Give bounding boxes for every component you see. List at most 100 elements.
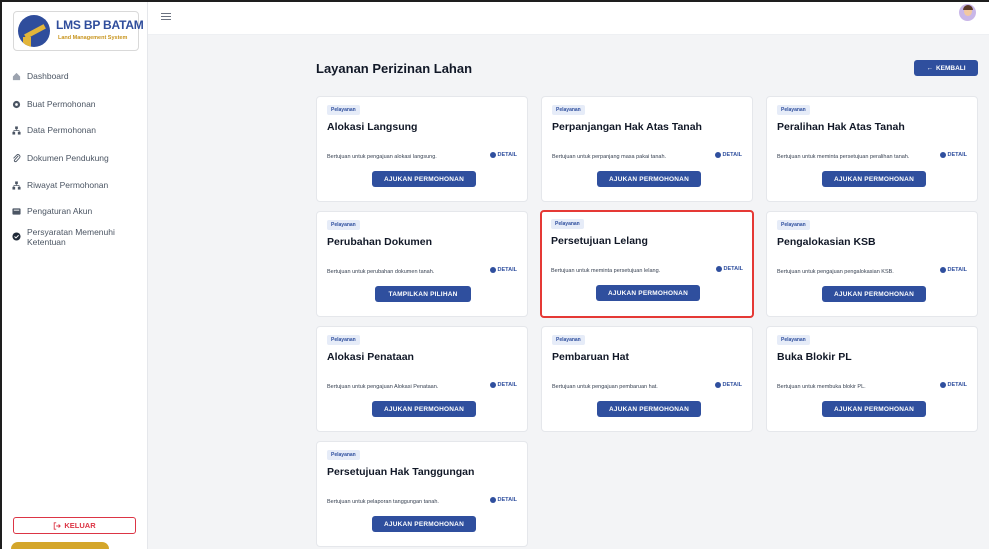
- detail-link[interactable]: DETAIL: [715, 266, 743, 272]
- service-title: Persetujuan Hak Tanggungan: [327, 466, 475, 478]
- info-icon: [715, 266, 722, 272]
- detail-label: DETAIL: [497, 267, 517, 273]
- service-card: Pelayanan Alokasi Penataan Bertujuan unt…: [316, 326, 528, 432]
- detail-label: DETAIL: [722, 382, 742, 388]
- detail-link[interactable]: DETAIL: [489, 152, 517, 158]
- id-card-icon: [12, 208, 21, 215]
- service-badge: Pelayanan: [327, 105, 360, 115]
- detail-label: DETAIL: [497, 152, 517, 158]
- submit-request-button[interactable]: AJUKAN PERMOHONAN: [372, 516, 476, 532]
- sidebar-item-label: Buat Permohonan: [27, 99, 96, 109]
- avatar[interactable]: [959, 4, 976, 21]
- menu-toggle-icon[interactable]: [161, 13, 171, 21]
- service-title: Pengalokasian KSB: [777, 236, 876, 248]
- service-title: Pembaruan Hat: [552, 351, 630, 363]
- service-description: Bertujuan untuk meminta persetujuan pera…: [777, 154, 910, 160]
- sidebar-item-persyaratan[interactable]: Persyaratan Memenuhi Ketentuan: [12, 227, 140, 247]
- sidebar-item-pengaturan-akun[interactable]: Pengaturan Akun: [12, 206, 140, 216]
- service-title: Alokasi Langsung: [327, 121, 418, 133]
- submit-request-button[interactable]: AJUKAN PERMOHONAN: [822, 401, 926, 417]
- submit-request-button[interactable]: AJUKAN PERMOHONAN: [597, 401, 701, 417]
- service-badge: Pelayanan: [777, 105, 810, 115]
- info-icon: [939, 152, 946, 158]
- service-title: Persetujuan Lelang: [551, 235, 648, 247]
- service-card: Pelayanan Perubahan Dokumen Bertujuan un…: [316, 211, 528, 317]
- service-description: Bertujuan untuk perpanjang masa pakai ta…: [552, 154, 667, 160]
- detail-label: DETAIL: [947, 152, 967, 158]
- service-description: Bertujuan untuk membuka blokir PL.: [777, 384, 866, 390]
- service-badge: Pelayanan: [552, 335, 585, 345]
- info-icon: [489, 497, 496, 503]
- service-title: Peralihan Hak Atas Tanah: [777, 121, 905, 133]
- service-card: Pelayanan Persetujuan Hak Tanggungan Ber…: [316, 441, 528, 547]
- bottom-pill: [11, 542, 109, 549]
- detail-label: DETAIL: [497, 497, 517, 503]
- info-icon: [714, 152, 721, 158]
- detail-label: DETAIL: [947, 267, 967, 273]
- sidebar: LMS BP BATAM Land Management System: [2, 2, 148, 549]
- service-description: Bertujuan untuk pengajuan alokasi langsu…: [327, 154, 437, 160]
- logout-icon: [54, 521, 62, 530]
- submit-request-button[interactable]: AJUKAN PERMOHONAN: [372, 171, 476, 187]
- arrow-left-icon: ←: [926, 64, 933, 72]
- info-icon: [939, 382, 946, 388]
- service-badge: Pelayanan: [327, 335, 360, 345]
- service-description: Bertujuan untuk pengajuan Alokasi Penata…: [327, 384, 439, 390]
- info-icon: [939, 267, 946, 273]
- detail-link[interactable]: DETAIL: [489, 497, 517, 503]
- service-badge: Pelayanan: [552, 105, 585, 115]
- top-bar: [148, 2, 989, 35]
- submit-request-button[interactable]: AJUKAN PERMOHONAN: [372, 401, 476, 417]
- logout-label: KELUAR: [64, 521, 96, 530]
- service-card: Pelayanan Buka Blokir PL Bertujuan untuk…: [766, 326, 978, 432]
- back-button[interactable]: ← KEMBALI: [914, 60, 978, 76]
- service-description: Bertujuan untuk pengajuan pembaruan hat.: [552, 384, 658, 390]
- sidebar-item-label: Dokumen Pendukung: [27, 153, 109, 163]
- back-label: KEMBALI: [935, 64, 966, 72]
- detail-link[interactable]: DETAIL: [714, 152, 742, 158]
- show-options-button[interactable]: TAMPILKAN PILIHAN: [375, 286, 471, 302]
- submit-request-button[interactable]: AJUKAN PERMOHONAN: [822, 286, 926, 302]
- sidebar-item-data-permohonan[interactable]: Data Permohonan: [12, 125, 140, 135]
- app-logo[interactable]: LMS BP BATAM Land Management System: [13, 11, 144, 51]
- page-title: Layanan Perizinan Lahan: [316, 61, 473, 76]
- detail-link[interactable]: DETAIL: [939, 152, 967, 158]
- detail-link[interactable]: DETAIL: [714, 382, 742, 388]
- detail-link[interactable]: DETAIL: [939, 382, 967, 388]
- service-badge: Pelayanan: [777, 335, 810, 345]
- detail-link[interactable]: DETAIL: [489, 267, 517, 273]
- service-badge: Pelayanan: [327, 450, 360, 460]
- submit-request-button[interactable]: AJUKAN PERMOHONAN: [597, 171, 701, 187]
- info-icon: [489, 267, 496, 273]
- logo-mark-icon: [18, 15, 50, 47]
- detail-link[interactable]: DETAIL: [489, 382, 517, 388]
- sidebar-item-riwayat-permohonan[interactable]: Riwayat Permohonan: [12, 180, 140, 190]
- service-title: Alokasi Penataan: [327, 351, 414, 363]
- paperclip-icon: [13, 154, 21, 163]
- service-description: Bertujuan untuk perubahan dokumen tanah.: [327, 269, 435, 275]
- logo-subtitle: Land Management System: [58, 35, 128, 41]
- sidebar-item-dashboard[interactable]: Dashboard: [12, 71, 140, 81]
- service-card: Pelayanan Alokasi Langsung Bertujuan unt…: [316, 96, 528, 202]
- service-title: Buka Blokir PL: [777, 351, 852, 363]
- detail-label: DETAIL: [947, 382, 967, 388]
- service-card: Pelayanan Perpanjangan Hak Atas Tanah Be…: [541, 96, 753, 202]
- service-description: Bertujuan untuk pelaporan tanggungan tan…: [327, 499, 439, 505]
- network-icon: [12, 181, 21, 190]
- dashboard-icon: [12, 72, 21, 81]
- detail-label: DETAIL: [497, 382, 517, 388]
- sidebar-item-dokumen-pendukung[interactable]: Dokumen Pendukung: [12, 153, 140, 163]
- service-title: Perubahan Dokumen: [327, 236, 433, 248]
- logout-button[interactable]: KELUAR: [13, 517, 136, 534]
- sidebar-item-label: Dashboard: [27, 71, 69, 81]
- sidebar-item-label: Riwayat Permohonan: [27, 180, 109, 190]
- sidebar-item-label: Data Permohonan: [27, 125, 96, 135]
- submit-request-button[interactable]: AJUKAN PERMOHONAN: [822, 171, 926, 187]
- submit-request-button[interactable]: AJUKAN PERMOHONAN: [596, 285, 700, 301]
- service-card: Pelayanan Pengalokasian KSB Bertujuan un…: [766, 211, 978, 317]
- sidebar-item-label: Pengaturan Akun: [27, 206, 93, 216]
- sidebar-item-buat-permohonan[interactable]: Buat Permohonan: [12, 99, 140, 109]
- logo-title: LMS BP BATAM: [56, 18, 144, 32]
- service-card-selected: Pelayanan Persetujuan Lelang Bertujuan u…: [540, 210, 754, 318]
- detail-link[interactable]: DETAIL: [939, 267, 967, 273]
